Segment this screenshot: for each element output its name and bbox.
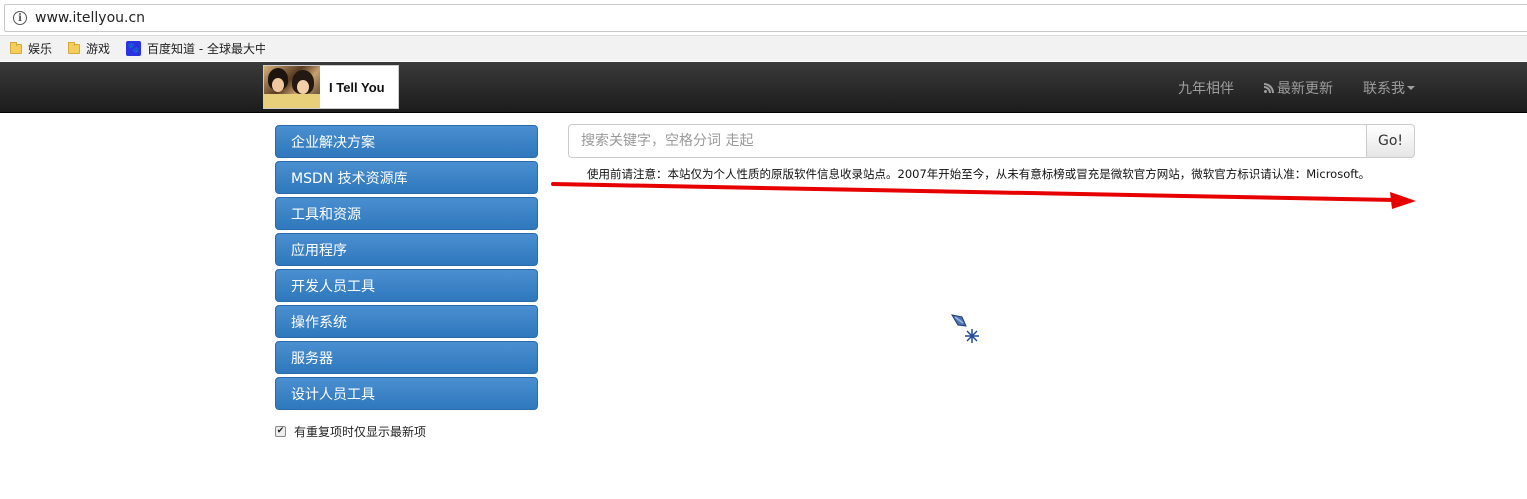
- info-icon[interactable]: i: [13, 11, 27, 25]
- logo-text: I Tell You: [329, 79, 385, 95]
- nav-link-nine-years[interactable]: 九年相伴: [1178, 78, 1234, 98]
- bookmark-label: 娱乐: [28, 42, 53, 56]
- folder-icon: [68, 41, 81, 54]
- nav-links: 九年相伴 最新更新 联系我: [1148, 62, 1415, 113]
- bookmark-baidu-zhidao[interactable]: 🐾 百度知道 - 全球最大中: [126, 40, 265, 57]
- sidebar-item-label: 应用程序: [291, 242, 347, 259]
- nav-link-contact-dropdown[interactable]: 联系我: [1363, 78, 1415, 98]
- loading-cursor-icon: [950, 314, 979, 343]
- bookmarks-bar: 娱乐 游戏 🐾 百度知道 - 全球最大中: [0, 36, 1527, 61]
- sidebar-item-enterprise-solutions[interactable]: 企业解决方案: [275, 125, 538, 158]
- logo-image: [264, 66, 320, 108]
- nav-link-label: 联系我: [1363, 80, 1405, 97]
- bookmark-label: 百度知道 - 全球最大中: [147, 42, 266, 56]
- url-field[interactable]: i www.itellyou.cn: [4, 4, 1527, 32]
- site-navbar: I Tell You 九年相伴 最新更新 联系我: [0, 62, 1527, 113]
- bookmark-label: 游戏: [86, 42, 111, 56]
- search-bar: Go!: [568, 124, 1415, 158]
- sidebar-item-label: 操作系统: [291, 314, 347, 331]
- latest-only-checkbox[interactable]: ✔: [275, 426, 286, 437]
- checkbox-label: 有重复项时仅显示最新项: [294, 425, 427, 439]
- sidebar-item-label: 企业解决方案: [291, 134, 375, 151]
- sidebar-item-applications[interactable]: 应用程序: [275, 233, 538, 266]
- sidebar-item-msdn-library[interactable]: MSDN 技术资源库: [275, 161, 538, 194]
- address-bar: i www.itellyou.cn: [0, 0, 1527, 36]
- category-sidebar: 企业解决方案 MSDN 技术资源库 工具和资源 应用程序 开发人员工具 操作系统…: [275, 125, 538, 413]
- sidebar-item-label: 设计人员工具: [291, 386, 375, 403]
- rss-icon: [1264, 82, 1274, 93]
- sidebar-item-servers[interactable]: 服务器: [275, 341, 538, 374]
- sidebar-item-label: 服务器: [291, 350, 333, 367]
- search-go-button[interactable]: Go!: [1366, 124, 1415, 158]
- sidebar-item-label: MSDN 技术资源库: [291, 170, 408, 187]
- sidebar-item-developer-tools[interactable]: 开发人员工具: [275, 269, 538, 302]
- bookmark-games[interactable]: 游戏: [68, 40, 110, 57]
- sidebar-item-label: 工具和资源: [291, 206, 361, 223]
- caret-down-icon: [1407, 85, 1415, 90]
- sidebar-item-designer-tools[interactable]: 设计人员工具: [275, 377, 538, 410]
- nav-link-label: 九年相伴: [1178, 80, 1234, 97]
- nav-link-label: 最新更新: [1277, 80, 1333, 97]
- nav-link-latest-updates[interactable]: 最新更新: [1264, 78, 1333, 98]
- url-text[interactable]: www.itellyou.cn: [35, 10, 145, 26]
- sidebar-item-label: 开发人员工具: [291, 278, 375, 295]
- site-logo[interactable]: I Tell You: [263, 65, 399, 109]
- latest-only-option: ✔ 有重复项时仅显示最新项: [275, 423, 426, 440]
- baidu-paw-icon: 🐾: [126, 41, 142, 56]
- sidebar-item-operating-systems[interactable]: 操作系统: [275, 305, 538, 338]
- annotation-arrow: [551, 182, 1416, 209]
- bookmark-entertainment[interactable]: 娱乐: [10, 40, 52, 57]
- folder-icon: [10, 41, 22, 54]
- sidebar-item-tools-resources[interactable]: 工具和资源: [275, 197, 538, 230]
- search-input[interactable]: [568, 124, 1366, 158]
